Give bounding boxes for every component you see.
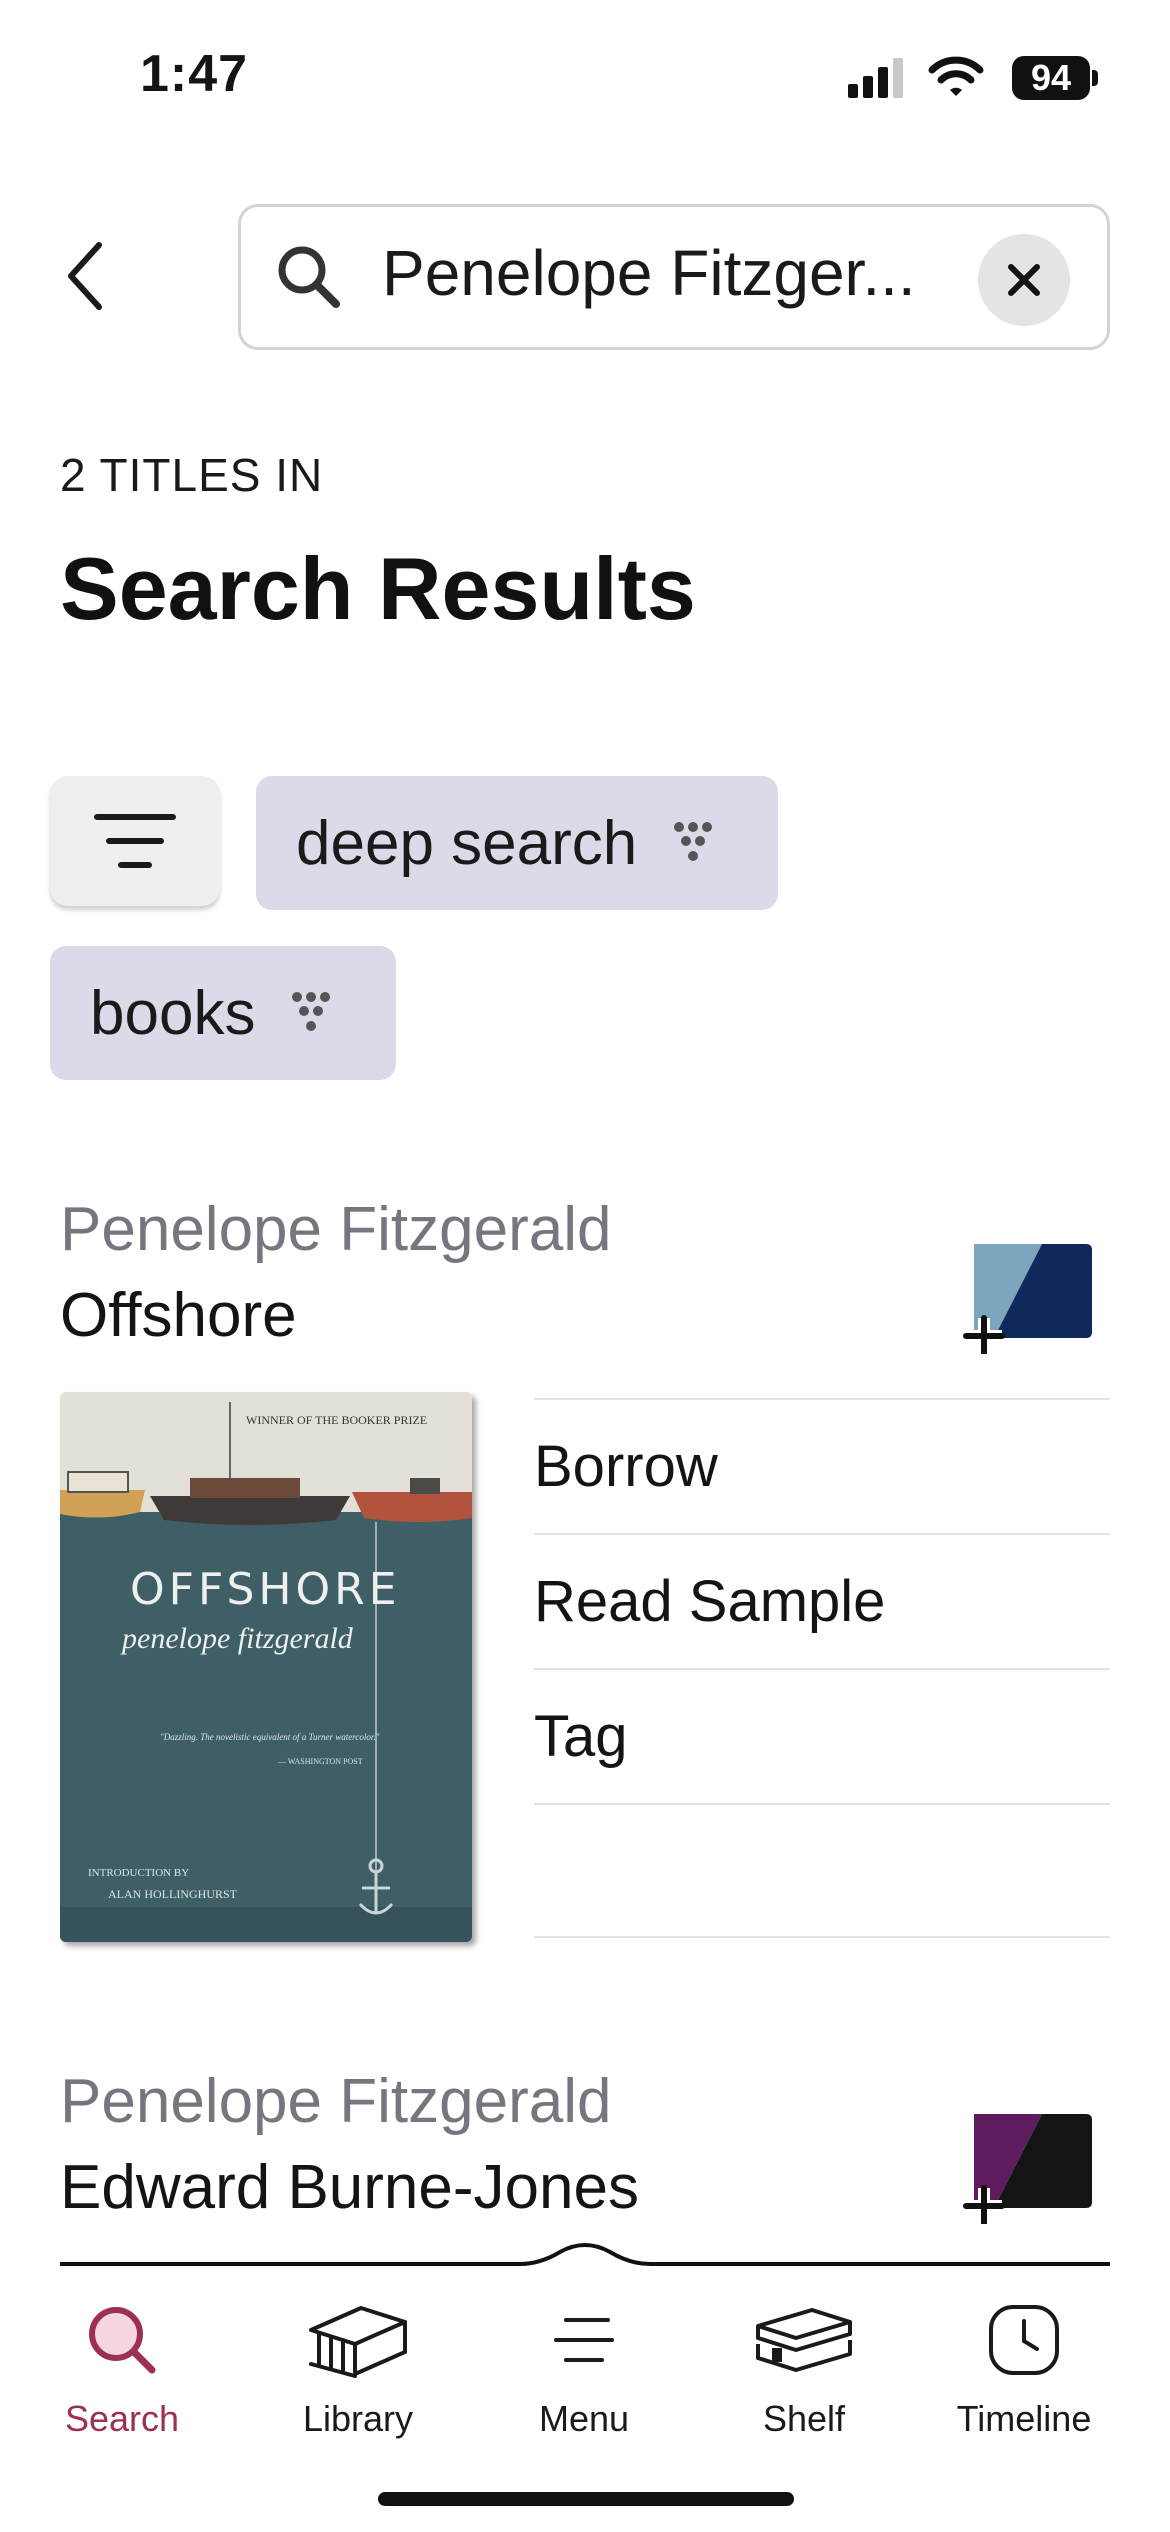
chip-deep-search[interactable]: deep search [256,776,778,910]
search-icon [278,246,340,308]
borrow-action[interactable]: Borrow [534,1398,1110,1533]
tab-menu[interactable]: Menu [484,2290,684,2440]
tag-action[interactable]: Tag [534,1668,1110,1803]
close-icon [1008,264,1040,296]
chip-books[interactable]: books [50,946,396,1080]
search-icon [89,2307,156,2374]
library-icon [309,2306,407,2378]
battery-indicator: 94 [1012,56,1090,100]
tab-label: Menu [538,2398,630,2439]
result-author[interactable]: Penelope Fitzgerald [60,1194,611,1265]
search-input[interactable]: Penelope Fitzger... [382,236,916,310]
read-sample-action[interactable]: Read Sample [534,1533,1110,1668]
cellular-signal-icon [848,58,903,98]
tab-label: Timeline [956,2398,1092,2439]
chevron-left-icon [68,242,102,310]
home-indicator [378,2492,794,2506]
cover-intro-name: ALAN HOLLINGHURST [108,1887,238,1901]
result-author[interactable]: Penelope Fitzgerald [60,2066,611,2137]
filter-dots-icon [292,992,331,1031]
cover-top-text: WINNER OF THE BOOKER PRIZE [246,1413,427,1427]
page-title: Search Results [60,539,696,638]
filter-button[interactable] [50,776,220,906]
clear-search-button[interactable] [978,234,1070,326]
filter-lines-icon [94,814,176,868]
back-button[interactable] [50,236,120,316]
tab-shelf[interactable]: Shelf [704,2290,904,2440]
tab-label: Search [64,2398,180,2439]
status-time: 1:47 [140,45,249,103]
tab-library[interactable]: Library [258,2290,458,2440]
add-to-shelf-button[interactable] [956,2114,1096,2224]
empty-action-row [534,1803,1110,1938]
cover-quote-source: — WASHINGTON POST [277,1757,363,1766]
tab-timeline[interactable]: Timeline [924,2290,1124,2440]
cover-quote: "Dazzling. The novelistic equivalent of … [160,1732,380,1742]
book-cover[interactable]: WINNER OF THE BOOKER PRIZE OFFSHORE pene… [60,1392,472,1942]
tab-label: Library [302,2398,414,2439]
results-count-label: 2 TITLES IN [60,449,324,501]
cover-title: OFFSHORE [130,1564,401,1615]
result-title[interactable]: Offshore [60,1280,297,1351]
book-actions-list: Borrow Read Sample Tag [534,1398,1110,1938]
result-title[interactable]: Edward Burne-Jones [60,2152,639,2223]
chip-label: books [90,978,256,1048]
tab-search[interactable]: Search [22,2290,222,2440]
clock-icon [989,2305,1059,2375]
books-stack-icon [756,2308,852,2372]
cover-author: penelope fitzgerald [120,1622,354,1655]
chip-label: deep search [296,808,638,878]
tab-label: Shelf [762,2398,846,2439]
menu-icon [554,2318,614,2362]
wifi-icon [928,56,984,96]
cover-intro-label: INTRODUCTION BY [88,1867,189,1879]
battery-nub [1092,70,1098,86]
add-to-shelf-button[interactable] [956,1244,1096,1354]
tab-bar-divider [0,2243,1170,2266]
filter-dots-icon [674,822,713,861]
